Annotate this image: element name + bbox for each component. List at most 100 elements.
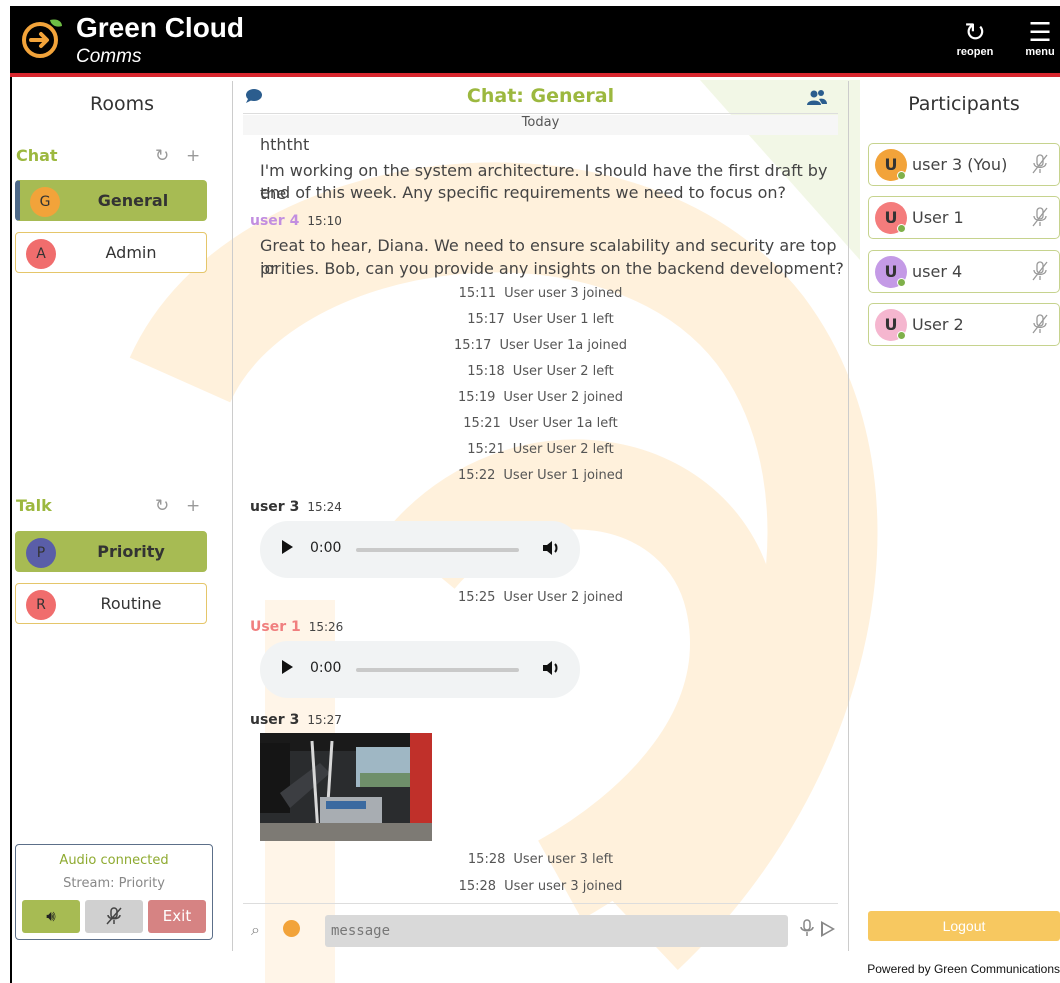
message-author: user 4 — [250, 213, 300, 229]
participant-name: User 2 — [912, 315, 964, 334]
exit-button[interactable]: Exit — [148, 900, 206, 933]
system-message: 15:21 User User 1a left — [463, 416, 618, 431]
avatar: A — [26, 239, 56, 269]
online-indicator — [897, 224, 906, 233]
mic-off-icon — [106, 907, 122, 925]
system-message: 15:25 User User 2 joined — [457, 590, 624, 605]
talk-section-label: Talk — [16, 496, 52, 515]
avatar: R — [26, 590, 56, 620]
room-name: Routine — [100, 594, 162, 613]
refresh-icon: ↻ — [964, 17, 986, 47]
participant-item[interactable]: U user 3 (You) — [868, 143, 1060, 186]
play-icon[interactable] — [282, 660, 293, 674]
message-meta: User 1 15:26 — [250, 619, 343, 635]
mute-button[interactable] — [85, 900, 143, 933]
send-icon[interactable] — [821, 921, 835, 937]
message-composer: ⌕ — [243, 903, 838, 951]
logout-button[interactable]: Logout — [868, 911, 1060, 941]
audio-status: Audio connected — [59, 853, 169, 868]
participant-item[interactable]: U user 4 — [868, 250, 1060, 293]
message-author: user 3 — [250, 712, 300, 728]
avatar: P — [26, 538, 56, 568]
message-time: 15:26 — [308, 620, 344, 634]
app-header: Green Cloud Comms ↻ reopen ☰ menu — [10, 6, 1060, 77]
speaker-icon: 🔊︎ — [46, 907, 56, 925]
message-author: user 3 — [250, 499, 300, 515]
menu-button[interactable]: ☰ menu — [1020, 18, 1060, 58]
system-message: 15:28 User user 3 joined — [458, 879, 623, 894]
room-name: Priority — [97, 542, 165, 561]
microphone-icon[interactable] — [799, 918, 815, 938]
system-message: 15:22 User User 1 joined — [457, 468, 624, 483]
chat-title: Chat: General — [466, 85, 615, 107]
volume-icon[interactable] — [541, 538, 561, 558]
room-item-general[interactable]: G General — [15, 180, 207, 221]
room-item-priority[interactable]: P Priority — [15, 531, 207, 572]
app-subtitle: Comms — [76, 46, 142, 67]
participants-icon[interactable] — [806, 89, 828, 105]
message-author: User 1 — [250, 619, 301, 635]
participant-item[interactable]: U User 2 — [868, 303, 1060, 346]
message-meta: user 3 15:27 — [250, 712, 342, 728]
system-message: 15:19 User User 2 joined — [457, 390, 624, 405]
attached-photo[interactable] — [260, 733, 432, 841]
system-message: 15:21 User User 2 left — [467, 442, 614, 457]
mic-off-icon — [1032, 314, 1048, 334]
system-message: 15:11 User user 3 joined — [458, 286, 623, 301]
audio-player[interactable]: 0:00 — [260, 641, 580, 698]
participants-title: Participants — [908, 93, 1020, 115]
play-icon[interactable] — [282, 540, 293, 554]
message-meta: user 4 15:10 — [250, 213, 342, 229]
room-name: General — [97, 191, 169, 210]
participants-panel: Participants U user 3 (You) U User 1 U u… — [849, 81, 1060, 951]
refresh-icon[interactable]: ↻ — [155, 146, 169, 166]
hamburger-icon: ☰ — [1028, 17, 1052, 47]
audio-player[interactable]: 0:00 — [260, 521, 580, 578]
day-separator: Today — [243, 115, 838, 135]
participant-item[interactable]: U User 1 — [868, 196, 1060, 239]
reopen-label: reopen — [956, 46, 994, 58]
online-indicator — [897, 331, 906, 340]
participant-name: user 4 — [912, 262, 963, 281]
message-text: iorities. Bob, can you provide any insig… — [260, 259, 844, 278]
message-time: 15:10 — [307, 214, 342, 228]
emoji-icon[interactable] — [283, 920, 300, 937]
rooms-title: Rooms — [89, 93, 154, 115]
player-time: 0:00 — [310, 660, 342, 676]
footer-credit: Powered by Green Communications — [867, 962, 1060, 976]
refresh-icon[interactable]: ↻ — [155, 496, 169, 516]
seek-bar[interactable] — [356, 548, 519, 552]
app-logo-icon — [22, 19, 62, 58]
message-text: end of this week. Any specific requireme… — [260, 183, 786, 202]
system-message: 15:18 User User 2 left — [467, 364, 614, 379]
room-item-routine[interactable]: R Routine — [15, 583, 207, 624]
add-icon[interactable]: + — [186, 146, 200, 166]
talk-section-header: Talk ↻ + — [16, 496, 216, 520]
speaker-button[interactable]: 🔊︎ — [22, 900, 80, 933]
message-input[interactable] — [325, 915, 788, 947]
volume-icon[interactable] — [541, 658, 561, 678]
audio-status-box: Audio connected Stream: Priority 🔊︎ Exit — [15, 844, 213, 940]
seek-bar[interactable] — [356, 668, 519, 672]
reopen-button[interactable]: ↻ reopen — [950, 18, 1000, 58]
message-text: hththt — [260, 135, 310, 154]
paperclip-icon[interactable]: ⌕ — [251, 920, 260, 940]
participant-name: user 3 (You) — [912, 155, 1008, 174]
room-item-admin[interactable]: A Admin — [15, 232, 207, 273]
mic-off-icon — [1032, 154, 1048, 174]
message-time: 15:24 — [307, 500, 342, 514]
chat-section-header: Chat ↻ + — [16, 146, 216, 170]
audio-stream: Stream: Priority — [63, 876, 165, 891]
system-message: 15:17 User User 1 left — [467, 312, 614, 327]
participant-name: User 1 — [912, 208, 964, 227]
add-icon[interactable]: + — [186, 496, 200, 516]
rooms-panel: Rooms Chat ↻ + G General A Admin Talk ↻ … — [12, 81, 232, 951]
system-message: 15:28 User user 3 left — [467, 852, 614, 867]
mic-off-icon — [1032, 207, 1048, 227]
frame-border — [10, 77, 12, 983]
avatar: G — [30, 187, 60, 217]
online-indicator — [897, 278, 906, 287]
chat-header: Chat: General — [243, 81, 838, 114]
online-indicator — [897, 171, 906, 180]
mic-off-icon — [1032, 261, 1048, 281]
